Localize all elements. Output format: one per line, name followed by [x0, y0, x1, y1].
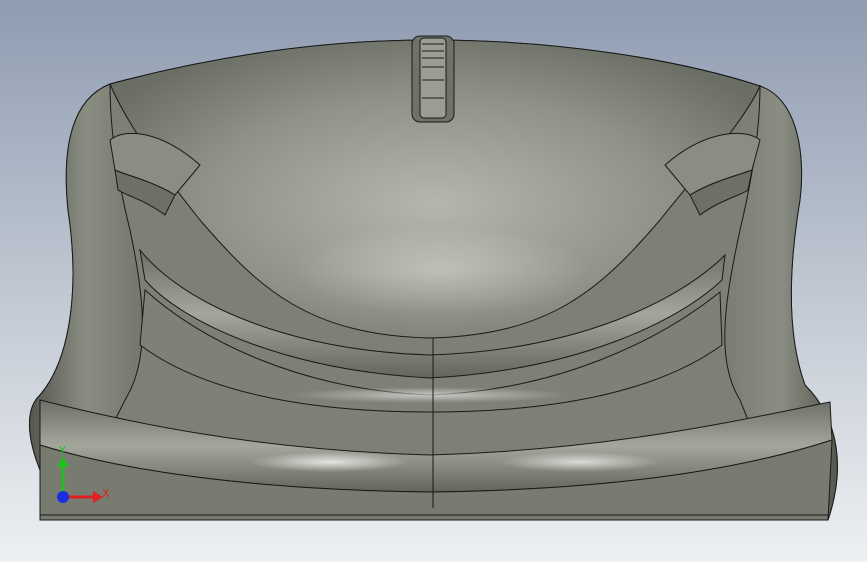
triad-y-label: Y: [58, 444, 66, 457]
mouse-model[interactable]: [29, 35, 838, 521]
lower-band-highlight-right: [500, 452, 660, 472]
top-shell-highlight: [290, 225, 590, 315]
triad-z-axis: [57, 491, 69, 503]
scroll-wheel[interactable]: [419, 37, 447, 119]
triad-x-label: X: [102, 487, 110, 500]
middle-band-highlight: [290, 387, 570, 403]
lower-band-highlight-left: [250, 452, 410, 472]
cad-viewport[interactable]: Y X: [0, 0, 867, 562]
cad-canvas[interactable]: Y X: [0, 0, 867, 562]
